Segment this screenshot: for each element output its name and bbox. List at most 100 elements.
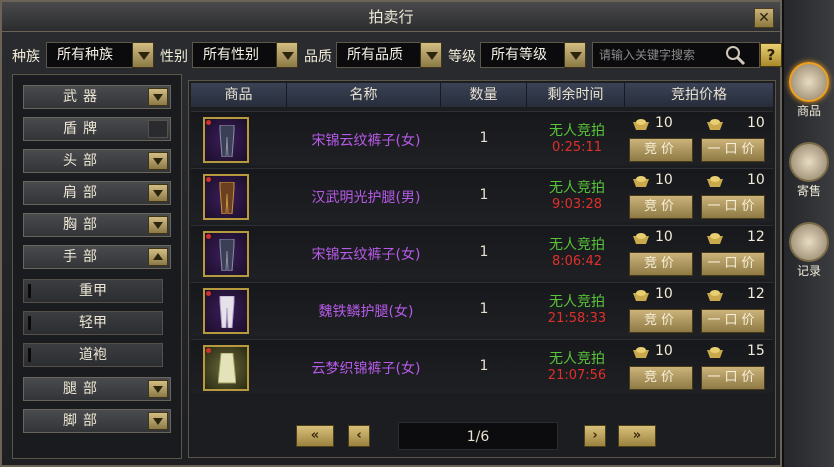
item-slot[interactable]	[203, 288, 249, 334]
chevron-down-icon[interactable]	[276, 42, 298, 68]
chevron-down-icon[interactable]	[148, 216, 168, 234]
page-indicator: 1/6	[398, 422, 558, 450]
bid-button[interactable]: 竞价	[629, 366, 693, 390]
first-page-button[interactable]: «	[296, 425, 334, 447]
tab-goods[interactable]: 商品	[786, 62, 832, 120]
item-name: 宋锦云纹裤子(女)	[311, 247, 421, 263]
bid-button[interactable]: 竞价	[629, 195, 693, 219]
filter-select-level[interactable]: 所有等级	[480, 42, 576, 68]
tab-label: 寄售	[796, 184, 821, 198]
item-qty: 1	[479, 301, 489, 317]
chevron-down-icon[interactable]	[148, 88, 168, 106]
buyout-price: 10	[747, 115, 765, 131]
item-slot[interactable]	[203, 174, 249, 220]
filter-select-race[interactable]: 所有种族	[46, 42, 142, 68]
chevron-up-icon[interactable]	[148, 248, 168, 266]
buyout-button[interactable]: 一口价	[701, 309, 765, 333]
header-qty: 数量	[441, 83, 527, 107]
time-left: 0:25:11	[551, 140, 603, 155]
bid-button[interactable]: 竞价	[629, 309, 693, 333]
pagination: « ‹ 1/6 › »	[188, 422, 776, 450]
bid-button[interactable]: 竞价	[629, 138, 693, 162]
gold-ingot-icon	[633, 290, 649, 301]
chevron-down-icon[interactable]	[420, 42, 442, 68]
category-label: 胸部	[63, 217, 103, 233]
bid-status: 无人竞拍	[549, 123, 605, 139]
category-hands[interactable]: 手部	[23, 245, 171, 269]
category-label: 腿部	[63, 381, 103, 397]
bid-button[interactable]: 竞价	[629, 252, 693, 276]
buyout-price: 15	[747, 343, 765, 359]
table-row[interactable]: 宋锦云纹裤子(女) 1 无人竞拍 0:25:11 10 10 竞价 一口价	[191, 111, 773, 165]
category-label: 手部	[63, 249, 103, 265]
buyout-price: 12	[747, 286, 765, 302]
filter-label-race: 种族	[12, 49, 40, 65]
item-slot[interactable]	[203, 117, 249, 163]
chevron-down-icon[interactable]	[148, 380, 168, 398]
time-left: 9:03:28	[551, 197, 603, 212]
category-feet[interactable]: 脚部	[23, 409, 171, 433]
buyout-button[interactable]: 一口价	[701, 195, 765, 219]
bid-status: 无人竞拍	[549, 294, 605, 310]
category-shield[interactable]: 盾牌	[23, 117, 171, 141]
leg-armor-icon	[219, 182, 235, 214]
search-icon[interactable]	[724, 44, 746, 66]
table-row[interactable]: 云梦织锦裤子(女) 1 无人竞拍 21:07:56 10 15 竞价 一口价	[191, 339, 773, 393]
filter-select-quality[interactable]: 所有品质	[336, 42, 432, 68]
category-weapon[interactable]: 武器	[23, 85, 171, 109]
table-row[interactable]: 魏铁鳞护腿(女) 1 无人竞拍 21:58:33 10 12 竞价 一口价	[191, 282, 773, 336]
item-qty: 1	[479, 358, 489, 374]
help-button[interactable]: ?	[760, 43, 782, 67]
category-label: 武器	[63, 89, 103, 105]
gold-ingot-icon	[633, 119, 649, 130]
item-slot[interactable]	[203, 231, 249, 277]
subcategory-light-armor[interactable]: 轻甲	[23, 311, 163, 335]
record-icon	[789, 222, 829, 262]
item-name: 魏铁鳞护腿(女)	[318, 304, 414, 320]
subcategory-robe[interactable]: 道袍	[23, 343, 163, 367]
buyout-button[interactable]: 一口价	[701, 252, 765, 276]
bid-price: 10	[655, 343, 673, 359]
buyout-button[interactable]: 一口价	[701, 138, 765, 162]
category-panel: 武器 盾牌 头部 肩部 胸部 手部 重甲 轻甲 道袍 腿部 脚部	[12, 74, 182, 459]
tab-record[interactable]: 记录	[786, 222, 832, 280]
gold-ingot-icon	[707, 119, 723, 130]
chevron-down-icon[interactable]	[148, 152, 168, 170]
subcategory-heavy-armor[interactable]: 重甲	[23, 279, 163, 303]
listing-panel: 商品 名称 数量 剩余时间 竞拍价格 宋锦云纹裤子(女) 1 无人竞拍 0:25…	[188, 80, 776, 458]
item-name: 宋锦云纹裤子(女)	[311, 133, 421, 149]
consign-icon	[789, 142, 829, 182]
time-left: 21:07:56	[547, 368, 607, 383]
item-slot[interactable]	[203, 345, 249, 391]
category-shoulder[interactable]: 肩部	[23, 181, 171, 205]
leg-armor-icon	[219, 296, 235, 328]
goods-icon	[789, 62, 829, 102]
table-row[interactable]: 宋锦云纹裤子(女) 1 无人竞拍 8:06:42 10 12 竞价 一口价	[191, 225, 773, 279]
chevron-down-icon[interactable]	[564, 42, 586, 68]
header-price: 竞拍价格	[671, 87, 727, 103]
header-name: 名称	[287, 83, 441, 107]
gold-ingot-icon	[707, 233, 723, 244]
category-label: 肩部	[63, 185, 103, 201]
chevron-down-icon[interactable]	[148, 184, 168, 202]
table-row[interactable]: 汉武明光护腿(男) 1 无人竞拍 9:03:28 10 10 竞价 一口价	[191, 168, 773, 222]
category-head[interactable]: 头部	[23, 149, 171, 173]
bid-price: 10	[655, 229, 673, 245]
last-page-button[interactable]: »	[618, 425, 656, 447]
chevron-down-icon[interactable]	[148, 412, 168, 430]
buyout-price: 10	[747, 172, 765, 188]
item-qty: 1	[479, 187, 489, 203]
buyout-button[interactable]: 一口价	[701, 366, 765, 390]
category-chest[interactable]: 胸部	[23, 213, 171, 237]
category-legs[interactable]: 腿部	[23, 377, 171, 401]
item-name: 云梦织锦裤子(女)	[311, 361, 421, 377]
chevron-down-icon[interactable]	[132, 42, 154, 68]
prev-page-button[interactable]: ‹	[348, 425, 370, 447]
side-tabs: 商品 寄售 记录	[784, 0, 834, 467]
gold-ingot-icon	[633, 176, 649, 187]
filter-select-gender[interactable]: 所有性别	[192, 42, 288, 68]
close-button[interactable]: ✕	[754, 8, 774, 28]
next-page-button[interactable]: ›	[584, 425, 606, 447]
tab-label: 商品	[796, 104, 821, 118]
tab-consign[interactable]: 寄售	[786, 142, 832, 200]
